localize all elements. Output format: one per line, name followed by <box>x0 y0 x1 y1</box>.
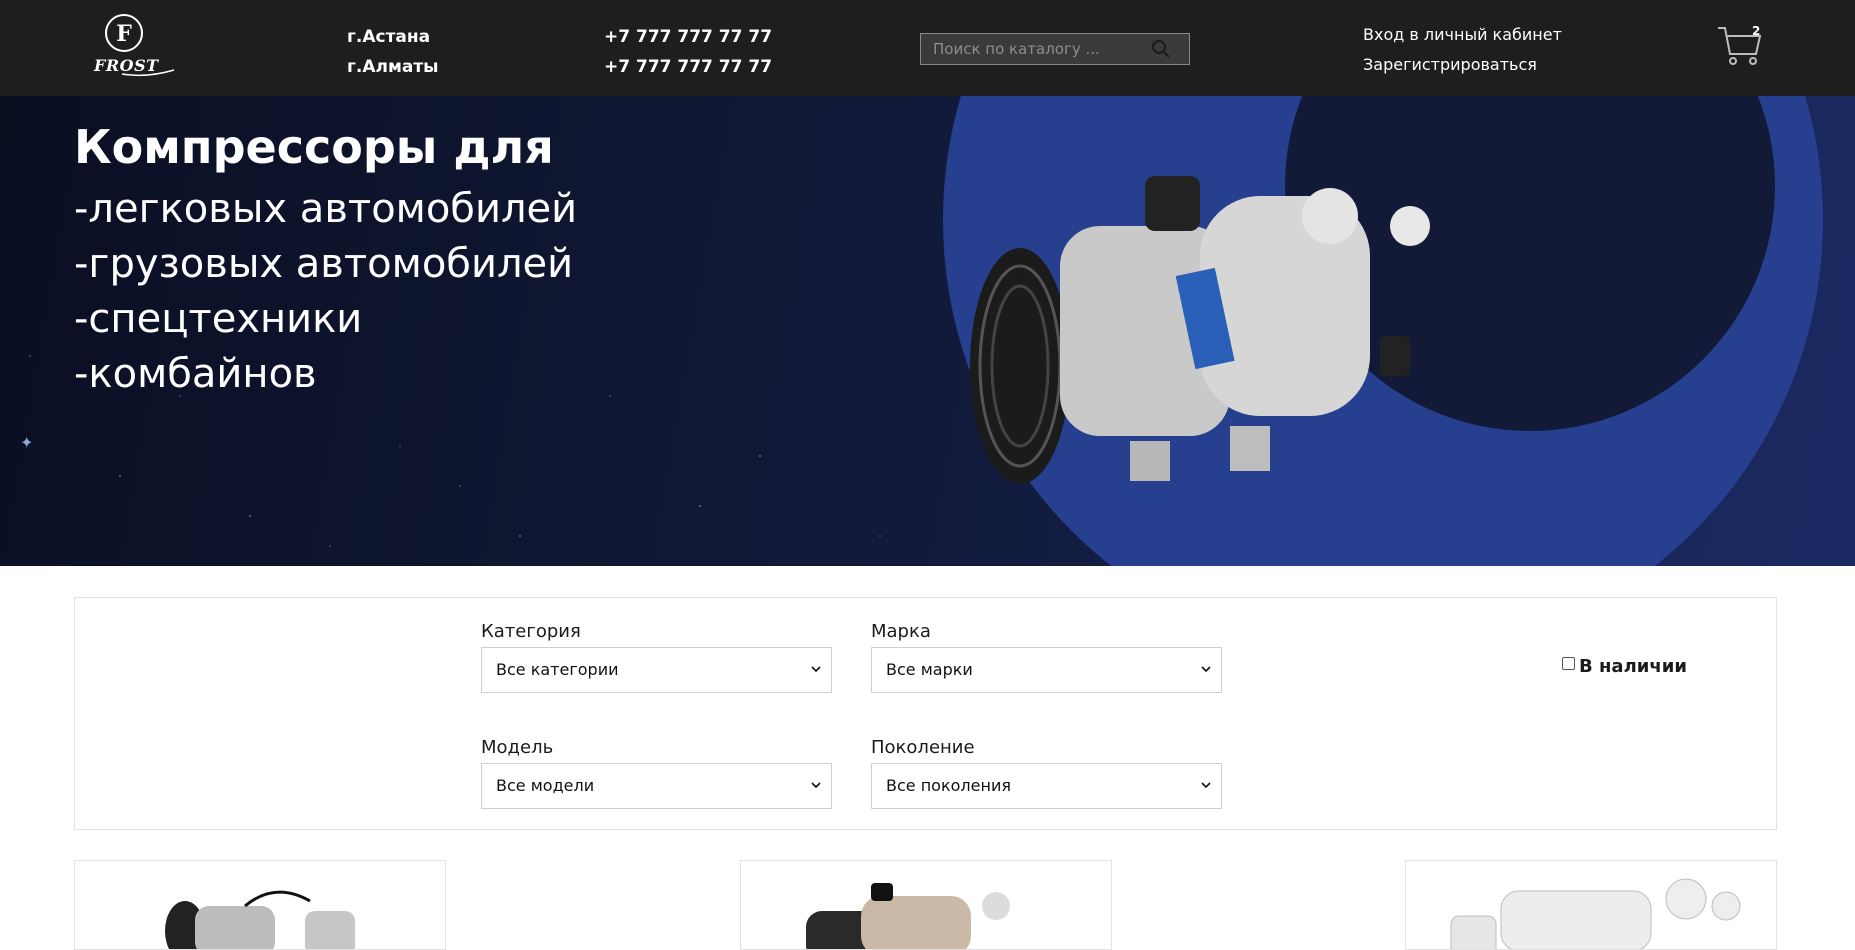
model-label: Модель <box>481 737 554 758</box>
cart-count-badge: 2 <box>1752 24 1761 38</box>
in-stock-filter: В наличии <box>1562 656 1687 677</box>
star-sparkle: ✦ <box>20 433 33 452</box>
product-card[interactable] <box>74 860 446 950</box>
category-label: Категория <box>481 621 581 642</box>
register-link[interactable]: Зарегистрироваться <box>1363 50 1562 80</box>
in-stock-label[interactable]: В наличии <box>1579 656 1687 677</box>
svg-text:F: F <box>116 21 132 47</box>
logo-text: FROST <box>94 56 159 75</box>
hero-title: Компрессоры для <box>74 120 554 174</box>
hero-line-combines: -комбайнов <box>74 351 317 397</box>
in-stock-checkbox[interactable] <box>1562 657 1575 670</box>
account-links: Вход в личный кабинет Зарегистрироваться <box>1363 20 1562 80</box>
model-select-value: Все модели <box>496 776 595 795</box>
product-image <box>806 883 1010 949</box>
model-select[interactable]: Все модели <box>481 763 832 809</box>
chevron-down-icon <box>811 666 821 673</box>
brand-label: Марка <box>871 621 931 642</box>
search-box <box>920 33 1190 65</box>
product-image <box>165 890 355 949</box>
hero-line-trucks: -грузовых автомобилей <box>74 241 574 287</box>
brand-select-value: Все марки <box>886 660 973 679</box>
category-select[interactable]: Все категории <box>481 647 832 693</box>
chevron-down-icon <box>1201 782 1211 789</box>
city-list: г.Астана г.Алматы <box>347 22 439 82</box>
product-card[interactable] <box>1405 860 1777 950</box>
city-almaty[interactable]: г.Алматы <box>347 52 439 82</box>
phone-astana[interactable]: +7 777 777 77 77 <box>604 22 772 52</box>
generation-label: Поколение <box>871 737 975 758</box>
product-image <box>1450 878 1741 949</box>
hero-banner: ✦ Компрессоры для -легковых автомобилей … <box>0 96 1855 566</box>
phone-list: +7 777 777 77 77 +7 777 777 77 77 <box>604 22 772 82</box>
city-astana[interactable]: г.Астана <box>347 22 439 52</box>
product-card[interactable] <box>740 860 1112 950</box>
hero-line-cars: -легковых автомобилей <box>74 186 578 232</box>
login-link[interactable]: Вход в личный кабинет <box>1363 20 1562 50</box>
site-header: F FROST г.Астана г.Алматы +7 777 777 77 … <box>0 0 1855 96</box>
generation-select-value: Все поколения <box>886 776 1011 795</box>
hero-line-special: -спецтехники <box>74 296 363 342</box>
chevron-down-icon <box>811 782 821 789</box>
phone-almaty[interactable]: +7 777 777 77 77 <box>604 52 772 82</box>
brand-select[interactable]: Все марки <box>871 647 1222 693</box>
generation-select[interactable]: Все поколения <box>871 763 1222 809</box>
search-icon[interactable] <box>1151 39 1171 59</box>
category-select-value: Все категории <box>496 660 619 679</box>
search-input[interactable] <box>921 34 1141 64</box>
chevron-down-icon <box>1201 666 1211 673</box>
